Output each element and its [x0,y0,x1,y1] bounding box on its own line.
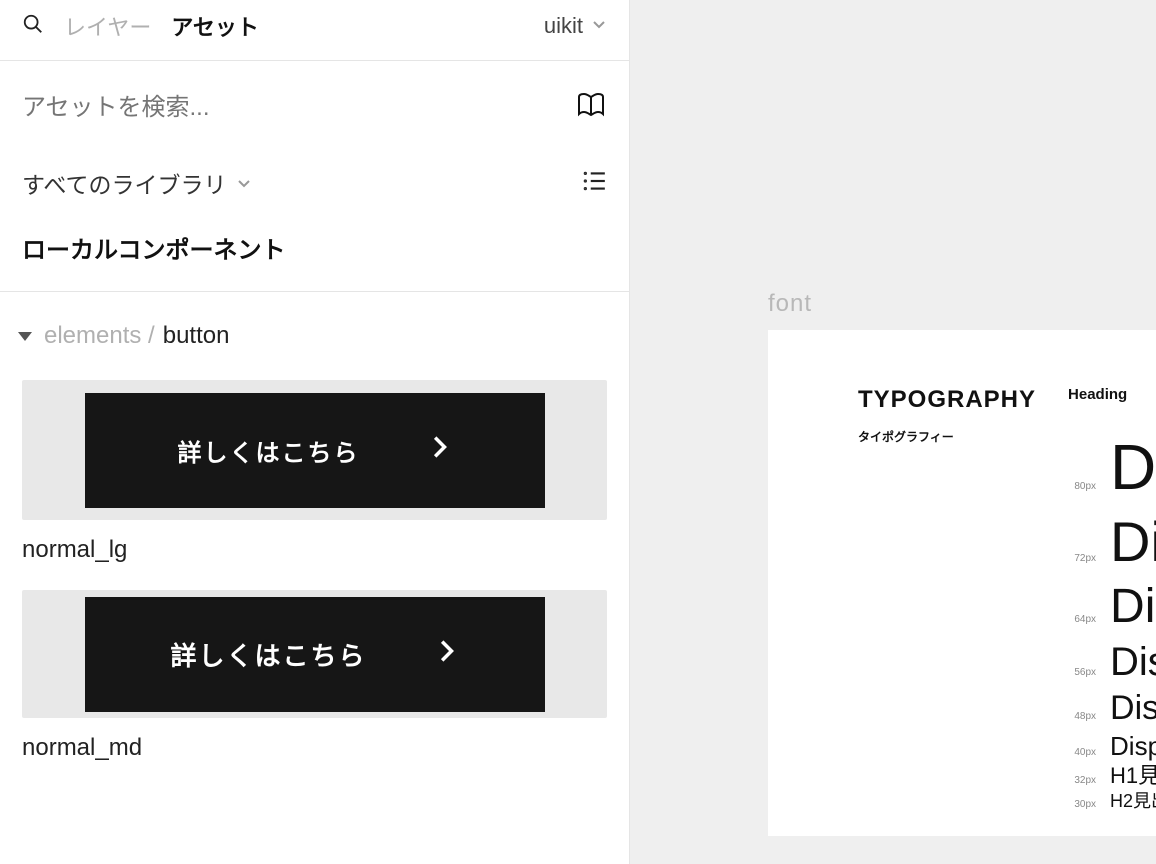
type-size-row: 80px Display1 [1068,427,1156,507]
library-dropdown-label: すべてのライブラリ [22,166,226,200]
chevron-down-icon [591,16,607,37]
tab-assets[interactable]: アセット [171,10,259,42]
asset-search-input[interactable] [22,94,559,122]
typography-frame[interactable]: TYPOGRAPHY タイポグラフィー Heading 80px Display… [768,330,1156,836]
component-name-label: normal_md [22,734,607,762]
size-label: 72px [1068,553,1096,564]
chevron-right-icon [437,637,459,672]
button-preview-lg: 詳しくはこちら [85,393,545,508]
component-tree-row[interactable]: elements / button [0,292,629,370]
display-sample: Display6 [1110,730,1156,763]
display-sample: Display3 [1110,577,1156,637]
size-label: 56px [1068,667,1096,678]
type-size-row: 32px H1見出し [1068,762,1156,790]
component-thumbnail: 詳しくはこちら [22,380,607,520]
type-size-row: 48px Display5 [1068,687,1156,730]
heading-column-label: Heading [1068,386,1156,403]
button-preview-label: 詳しくはこちら [170,636,366,673]
canvas[interactable]: font TYPOGRAPHY タイポグラフィー Heading 80px Di… [630,0,1156,864]
library-dropdown[interactable]: すべてのライブラリ [22,166,252,200]
component-thumbnail: 詳しくはこちら [22,590,607,718]
size-label: 40px [1068,747,1096,758]
section-header-local-components: ローカルコンポーネント [0,230,629,292]
display-sample: Display1 [1110,427,1156,507]
component-name-label: normal_lg [22,536,607,564]
display-sample: Display5 [1110,687,1156,730]
assets-panel: レイヤー アセット uikit すべてのライブラリ [0,0,630,864]
triangle-down-icon [18,332,32,341]
component-list: 詳しくはこちら normal_lg 詳しくはこちら normal_md [0,370,629,762]
page-selector-label: uikit [544,13,583,39]
typography-title: TYPOGRAPHY [858,386,1036,414]
type-size-row: 56px Display4 [1068,637,1156,687]
size-label: 64px [1068,614,1096,625]
display-sample: Display2 [1110,507,1156,577]
size-label: 32px [1068,775,1096,786]
tree-path-name: button [163,322,230,350]
type-size-row: 40px Display6 [1068,730,1156,763]
button-preview-md: 詳しくはこちら [85,597,545,712]
asset-search-row [0,61,629,154]
heading-column: Heading 80px Display1 72px Display2 64px… [1068,386,1156,812]
component-item[interactable]: 詳しくはこちら normal_md [22,590,607,762]
frame-label: font [768,290,812,318]
search-icon[interactable] [22,13,44,40]
chevron-down-icon [236,170,252,197]
library-book-icon[interactable] [575,89,607,126]
tree-path-prefix: elements / [44,322,155,350]
panel-tab-row: レイヤー アセット uikit [0,0,629,61]
size-label: 30px [1068,799,1096,810]
display-sample: H2見出し [1110,790,1156,813]
list-view-icon[interactable] [581,168,607,199]
typography-title-block: TYPOGRAPHY タイポグラフィー [858,386,1036,812]
size-label: 48px [1068,711,1096,722]
button-preview-label: 詳しくはこちら [178,433,360,468]
page-selector[interactable]: uikit [544,13,607,39]
size-label: 80px [1068,481,1096,492]
tab-layers[interactable]: レイヤー [64,10,151,42]
typography-subtitle: タイポグラフィー [858,428,1036,445]
type-size-row: 64px Display3 [1068,577,1156,637]
component-item[interactable]: 詳しくはこちら normal_lg [22,380,607,564]
display-sample: H1見出し [1110,762,1156,790]
library-filter-row: すべてのライブラリ [0,154,629,230]
type-size-row: 72px Display2 [1068,507,1156,577]
chevron-right-icon [430,433,452,468]
display-sample: Display4 [1110,637,1156,687]
type-size-row: 30px H2見出し [1068,790,1156,813]
